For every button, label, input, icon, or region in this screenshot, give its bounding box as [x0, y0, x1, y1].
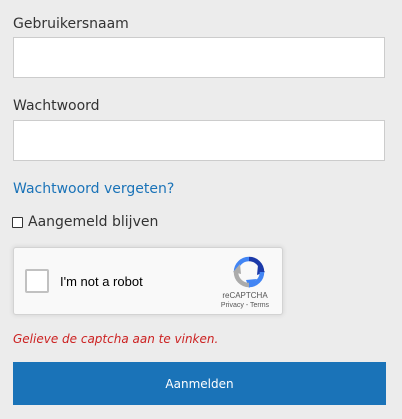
- remember-me-checkbox[interactable]: [12, 216, 23, 228]
- forgot-password-link[interactable]: Wachtwoord vergeten?: [13, 180, 174, 198]
- recaptcha-brand: reCAPTCHA: [222, 291, 268, 300]
- remember-me-label[interactable]: Aangemeld blijven: [28, 213, 158, 231]
- recaptcha-logo-icon: [233, 256, 265, 288]
- recaptcha-terms-link[interactable]: Terms: [250, 302, 269, 309]
- recaptcha-checkbox[interactable]: [25, 269, 49, 293]
- captcha-error-message: Gelieve de captcha aan te vinken.: [13, 332, 219, 346]
- recaptcha-links: Privacy - Terms: [210, 301, 280, 310]
- remember-me-row[interactable]: Aangemeld blijven: [12, 213, 158, 231]
- recaptcha-link-separator: -: [245, 302, 249, 309]
- username-input[interactable]: [13, 37, 385, 78]
- login-button[interactable]: Aanmelden: [13, 362, 386, 405]
- password-label: Wachtwoord: [13, 98, 100, 114]
- password-input[interactable]: [13, 120, 385, 161]
- recaptcha-widget: I'm not a robot reCAPTCHA Privacy - Term…: [13, 247, 283, 315]
- recaptcha-privacy-link[interactable]: Privacy: [221, 302, 244, 309]
- username-label: Gebruikersnaam: [13, 16, 129, 32]
- recaptcha-label: I'm not a robot: [60, 274, 143, 289]
